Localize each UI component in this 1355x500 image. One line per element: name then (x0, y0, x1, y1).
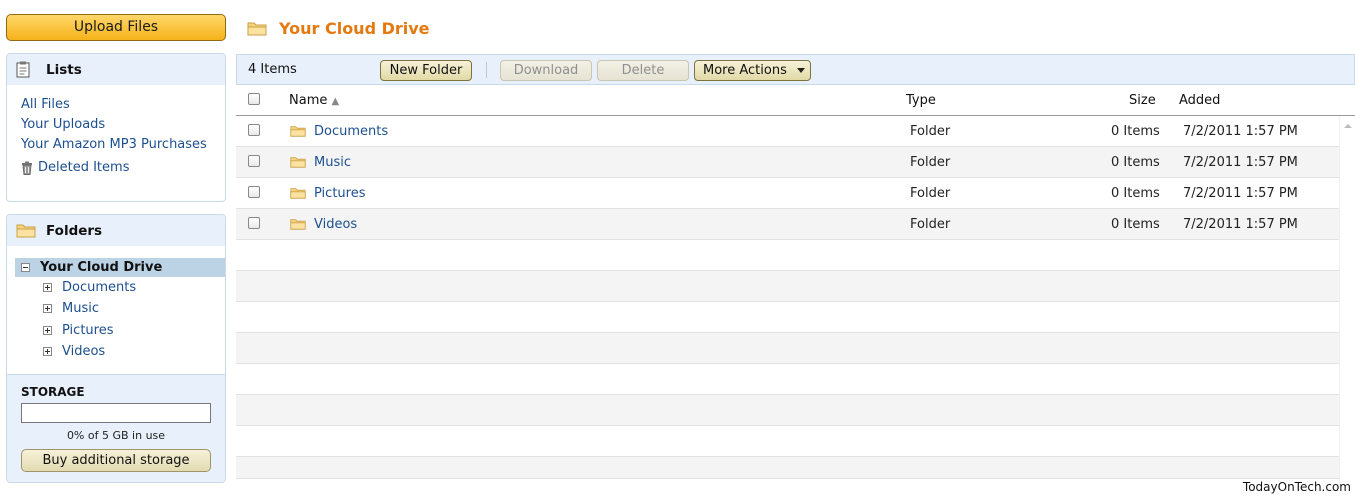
more-actions-dropdown[interactable]: More Actions (694, 60, 811, 81)
dropdown-caret-icon (796, 68, 805, 73)
empty-row (236, 426, 1339, 457)
main-content: Your Cloud Drive 4 Items New Folder Down… (236, 14, 1355, 484)
toolbar: 4 Items New Folder Download Delete More … (236, 54, 1355, 85)
tree-item-label[interactable]: Videos (62, 344, 105, 359)
upload-files-button[interactable]: Upload Files (6, 14, 226, 41)
lists-title: Lists (46, 61, 82, 78)
list-item-mp3-purchases[interactable]: Your Amazon MP3 Purchases (21, 135, 225, 155)
row-size: 0 Items (1111, 124, 1160, 139)
table-header: Name ▲ Type Size Added (236, 85, 1355, 116)
row-type: Folder (910, 124, 951, 139)
row-added: 7/2/2011 1:57 PM (1183, 186, 1298, 201)
folders-title: Folders (46, 222, 103, 239)
list-item-all-files[interactable]: All Files (21, 95, 225, 115)
empty-row (236, 364, 1339, 395)
tree-item-documents[interactable]: Documents (15, 277, 225, 298)
folders-panel: Folders Your Cloud Drive Documents Music… (6, 214, 226, 484)
row-checkbox[interactable] (248, 124, 260, 136)
list-item-your-uploads[interactable]: Your Uploads (21, 115, 225, 135)
sort-ascending-icon: ▲ (331, 96, 340, 107)
row-added: 7/2/2011 1:57 PM (1183, 124, 1298, 139)
row-type: Folder (910, 186, 951, 201)
tree-root-label: Your Cloud Drive (40, 260, 163, 275)
folder-icon (16, 222, 38, 240)
vertical-scrollbar[interactable] (1339, 116, 1355, 484)
empty-row (236, 240, 1339, 271)
row-added: 7/2/2011 1:57 PM (1183, 217, 1298, 232)
clipboard-icon (16, 61, 38, 79)
watermark: TodayOnTech.com (1242, 480, 1351, 494)
folder-icon (247, 21, 267, 36)
delete-button[interactable]: Delete (597, 60, 689, 81)
column-header-name[interactable]: Name ▲ (289, 93, 339, 108)
empty-row (236, 302, 1339, 333)
column-header-type[interactable]: Type (906, 93, 936, 108)
empty-row (236, 333, 1339, 364)
folder-icon (290, 218, 306, 234)
row-size: 0 Items (1111, 155, 1160, 170)
expand-icon[interactable] (43, 304, 52, 314)
expand-icon[interactable] (43, 325, 52, 335)
select-all-checkbox[interactable] (248, 93, 260, 105)
new-folder-button[interactable]: New Folder (380, 60, 472, 81)
page-title-row: Your Cloud Drive (236, 14, 1355, 43)
folder-tree: Your Cloud Drive Documents Music Picture… (7, 246, 225, 374)
column-name-label: Name (289, 93, 328, 108)
row-name-link[interactable]: Documents (314, 124, 388, 139)
row-name-link[interactable]: Videos (314, 217, 357, 232)
lists-body: All Files Your Uploads Your Amazon MP3 P… (7, 85, 225, 201)
storage-usage-text: 0% of 5 GB in use (66, 429, 166, 443)
folders-header: Folders (7, 215, 225, 246)
table-row[interactable]: Documents Folder 0 Items 7/2/2011 1:57 P… (236, 116, 1339, 147)
more-actions-label: More Actions (703, 63, 787, 78)
scroll-up-arrow-icon[interactable] (1344, 124, 1352, 128)
lists-panel: Lists All Files Your Uploads Your Amazon… (6, 53, 226, 202)
buy-storage-button[interactable]: Buy additional storage (21, 449, 211, 473)
tree-item-label[interactable]: Music (62, 301, 99, 316)
table-row[interactable]: Pictures Folder 0 Items 7/2/2011 1:57 PM (236, 178, 1339, 209)
list-item-deleted[interactable]: Deleted Items (21, 155, 225, 181)
storage-usage-bar (21, 403, 211, 424)
row-name-link[interactable]: Pictures (314, 186, 365, 201)
row-checkbox[interactable] (248, 186, 260, 198)
expand-icon[interactable] (43, 347, 52, 357)
toolbar-divider (486, 62, 487, 78)
download-button[interactable]: Download (500, 60, 592, 81)
row-type: Folder (910, 217, 951, 232)
empty-row (236, 457, 1339, 479)
column-header-added[interactable]: Added (1179, 93, 1220, 108)
row-size: 0 Items (1111, 217, 1160, 232)
folder-icon (290, 125, 306, 141)
deleted-items-link[interactable]: Deleted Items (38, 158, 129, 178)
table-row[interactable]: Music Folder 0 Items 7/2/2011 1:57 PM (236, 147, 1339, 178)
empty-row (236, 271, 1339, 302)
folder-icon (290, 187, 306, 203)
row-checkbox[interactable] (248, 217, 260, 229)
tree-item-pictures[interactable]: Pictures (15, 320, 225, 341)
tree-item-music[interactable]: Music (15, 298, 225, 319)
tree-item-videos[interactable]: Videos (15, 341, 225, 362)
row-size: 0 Items (1111, 186, 1160, 201)
expand-icon[interactable] (43, 283, 52, 293)
tree-item-label[interactable]: Pictures (62, 323, 113, 338)
trash-icon (21, 161, 33, 175)
page-title: Your Cloud Drive (279, 19, 430, 38)
folder-icon (290, 156, 306, 172)
column-header-size[interactable]: Size (1129, 93, 1156, 108)
row-name-link[interactable]: Music (314, 155, 351, 170)
item-count: 4 Items (248, 62, 297, 77)
storage-section: STORAGE 0% of 5 GB in use Buy additional… (7, 374, 225, 483)
row-added: 7/2/2011 1:57 PM (1183, 155, 1298, 170)
table-row[interactable]: Videos Folder 0 Items 7/2/2011 1:57 PM (236, 209, 1339, 240)
empty-row (236, 395, 1339, 426)
storage-title: STORAGE (21, 385, 85, 400)
tree-item-label[interactable]: Documents (62, 280, 136, 295)
tree-root-your-cloud-drive[interactable]: Your Cloud Drive (15, 258, 225, 277)
sidebar: Upload Files Lists All Files Your Upload… (6, 14, 226, 484)
row-type: Folder (910, 155, 951, 170)
file-table-body: Documents Folder 0 Items 7/2/2011 1:57 P… (236, 116, 1339, 479)
collapse-icon[interactable] (21, 263, 30, 272)
row-checkbox[interactable] (248, 155, 260, 167)
lists-header: Lists (7, 54, 225, 85)
